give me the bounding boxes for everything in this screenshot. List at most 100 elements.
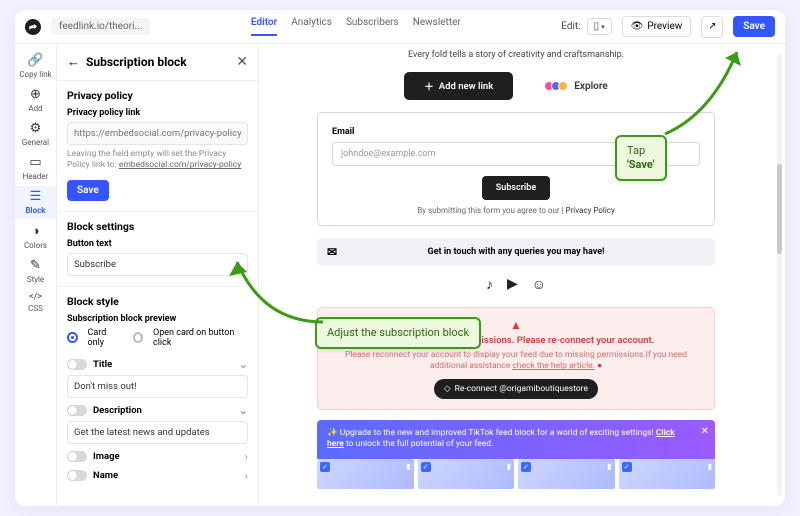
title-toggle-label: Title: [93, 359, 233, 370]
instagram-warning: ▲ Missing Instagram permissions. Please …: [317, 307, 715, 410]
video-icon: ▮: [406, 462, 410, 471]
scrollbar-thumb[interactable]: [777, 164, 782, 254]
title-toggle-row: Title ⌄: [67, 358, 248, 371]
close-icon[interactable]: ✕: [236, 54, 248, 70]
image-toggle-label: Image: [93, 451, 239, 462]
rail-style[interactable]: ✎Style: [15, 255, 56, 288]
reddit-icon[interactable]: ☺: [532, 276, 546, 293]
desc-toggle[interactable]: [67, 405, 87, 416]
thumb-4[interactable]: ✓▮: [619, 459, 716, 489]
back-arrow-icon[interactable]: ←: [67, 54, 80, 70]
tiktok-upgrade-banner: ✨ Upgrade to the new and improved TikTok…: [317, 420, 715, 459]
chevron-down-icon[interactable]: ⌄: [239, 358, 248, 371]
desc-toggle-label: Description: [93, 405, 233, 416]
social-icons: ♪ ▶ ☺: [317, 276, 715, 293]
rail-add[interactable]: ⊕Add: [15, 84, 56, 117]
button-text-label: Button text: [67, 239, 248, 249]
chevron-right-icon[interactable]: ›: [245, 469, 248, 482]
rail-copy-link[interactable]: 🔗Copy link: [15, 50, 56, 83]
thumb-2[interactable]: ✓▮: [418, 459, 515, 489]
warning-text: Please reconnect your account to display…: [330, 350, 702, 373]
radio-card-only-label: Card only: [88, 328, 123, 348]
header-icon: ▭: [29, 155, 41, 170]
link-icon: 🔗: [27, 53, 43, 68]
gear-icon: ⚙: [30, 121, 42, 136]
panel-header: ← Subscription block ✕: [57, 44, 258, 81]
edit-label: Edit:: [561, 21, 580, 32]
chevron-right-icon[interactable]: ›: [245, 450, 248, 463]
palette-icon: ◑: [32, 223, 40, 239]
rail-header[interactable]: ▭Header: [15, 152, 56, 185]
terms-text: By submitting this form you agree to our…: [332, 206, 700, 215]
email-input[interactable]: johndoe@example.com: [332, 142, 700, 166]
radio-card-only[interactable]: [67, 332, 78, 343]
privacy-heading: Privacy policy: [67, 89, 248, 102]
thumb-1[interactable]: ✓▮: [317, 459, 414, 489]
preview-button[interactable]: 👁 Preview: [622, 16, 692, 37]
button-text-input[interactable]: [67, 253, 248, 276]
reconnect-button[interactable]: ◇ Re-connect @origamiboutiquestore: [434, 379, 598, 399]
app-shell: ➦ feedlink.io/theori... Editor Analytics…: [15, 10, 785, 506]
privacy-link-input[interactable]: [67, 122, 248, 145]
page-url-chip[interactable]: feedlink.io/theori...: [51, 18, 150, 35]
checkbox-icon[interactable]: ✓: [521, 462, 531, 472]
privacy-section: Privacy policy Privacy policy link Leavi…: [57, 81, 258, 212]
link-row: ＋ Add new link Explore: [317, 72, 715, 100]
desc-input[interactable]: [67, 421, 248, 444]
code-icon: </>: [29, 292, 42, 302]
tab-editor[interactable]: Editor: [251, 17, 277, 36]
open-external-button[interactable]: ↗: [701, 16, 723, 38]
rail-css[interactable]: </>CSS: [15, 289, 56, 317]
email-label: Email: [332, 127, 700, 137]
image-toggle[interactable]: [67, 451, 87, 462]
video-icon: ▮: [507, 462, 511, 471]
thumb-3[interactable]: ✓▮: [518, 459, 615, 489]
preview-canvas: Every fold tells a story of creativity a…: [259, 44, 785, 506]
envelope-icon: ✉: [327, 245, 337, 259]
rail-colors[interactable]: ◑Colors: [15, 220, 56, 254]
warning-title: Missing Instagram permissions. Please re…: [330, 335, 702, 346]
title-toggle[interactable]: [67, 359, 87, 370]
checkbox-icon[interactable]: ✓: [320, 462, 330, 472]
add-link-button[interactable]: ＋ Add new link: [404, 72, 513, 100]
settings-heading: Block settings: [67, 220, 248, 233]
rail-general[interactable]: ⚙General: [15, 118, 56, 151]
name-toggle[interactable]: [67, 470, 87, 481]
tab-newsletter[interactable]: Newsletter: [413, 17, 461, 36]
title-input[interactable]: [67, 375, 248, 398]
privacy-default-link[interactable]: embedsocial.com/privacy-policy: [119, 160, 241, 170]
tiktok-icon[interactable]: ♪: [486, 276, 493, 293]
radio-open-click-label: Open card on button click: [153, 328, 248, 348]
tiktok-thumbnails: ✓▮ ✓▮ ✓▮ ✓▮: [317, 459, 715, 489]
video-icon: ▮: [607, 462, 611, 471]
contact-bar[interactable]: ✉ Get in touch with any queries you may …: [317, 238, 715, 266]
device-picker[interactable]: ▯ ▾: [587, 18, 612, 35]
help-article-link[interactable]: check the help article.: [512, 361, 595, 371]
radio-open-click[interactable]: [133, 332, 144, 343]
checkbox-icon[interactable]: ✓: [421, 462, 431, 472]
warning-icon: ▲: [330, 318, 702, 332]
subscribe-button[interactable]: Subscribe: [482, 176, 550, 200]
chevron-down-icon[interactable]: ⌄: [239, 404, 248, 417]
youtube-icon[interactable]: ▶: [507, 276, 518, 293]
tab-subscribers[interactable]: Subscribers: [346, 17, 399, 36]
close-banner-icon[interactable]: ✕: [701, 425, 709, 439]
checkbox-icon[interactable]: ✓: [622, 462, 632, 472]
explore-button[interactable]: Explore: [527, 72, 627, 100]
save-button[interactable]: Save: [733, 16, 775, 37]
preview-label: Preview: [647, 21, 682, 32]
block-settings-panel: ← Subscription block ✕ Privacy policy Pr…: [57, 44, 259, 506]
phone-icon: ▯: [594, 21, 600, 32]
social-dots-icon: [547, 81, 568, 91]
preview-mode-label: Subscription block preview: [67, 314, 248, 324]
subscription-card: Email johndoe@example.com Subscribe By s…: [317, 112, 715, 226]
terms-link[interactable]: Privacy Policy: [566, 206, 615, 215]
panel-save-button[interactable]: Save: [67, 180, 109, 201]
plus-circle-icon: ⊕: [30, 87, 41, 102]
style-heading: Block style: [67, 295, 248, 308]
tab-analytics[interactable]: Analytics: [291, 17, 332, 36]
video-icon: ▮: [708, 462, 712, 471]
brand-logo: ➦: [24, 17, 43, 36]
rail-block[interactable]: ☰Block: [15, 186, 56, 219]
external-link-icon: ↗: [708, 21, 716, 32]
